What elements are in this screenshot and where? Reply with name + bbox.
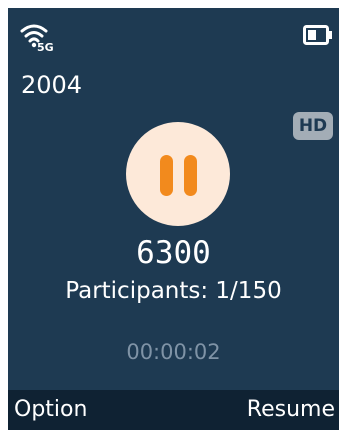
pause-bar-right	[184, 155, 197, 196]
call-screen: 5G 2004 HD 6300 Participants: 1/150 00:0…	[8, 8, 339, 430]
account-label: 2004	[21, 71, 83, 99]
hd-badge: HD	[293, 112, 333, 140]
status-bar: 5G	[8, 8, 339, 64]
option-softkey[interactable]: Option	[14, 390, 87, 430]
wifi-icon: 5G	[20, 24, 54, 52]
call-number: 6300	[136, 235, 211, 271]
signal-type-label: 5G	[37, 41, 54, 52]
softkey-bar: Option Resume	[8, 390, 339, 430]
resume-softkey[interactable]: Resume	[247, 390, 335, 430]
pause-icon[interactable]	[126, 122, 230, 226]
pause-bar-left	[160, 155, 173, 196]
battery-level-fill	[308, 30, 316, 40]
call-timer: 00:00:02	[126, 340, 221, 364]
battery-icon	[303, 25, 332, 45]
participants-count: Participants: 1/150	[65, 278, 282, 304]
